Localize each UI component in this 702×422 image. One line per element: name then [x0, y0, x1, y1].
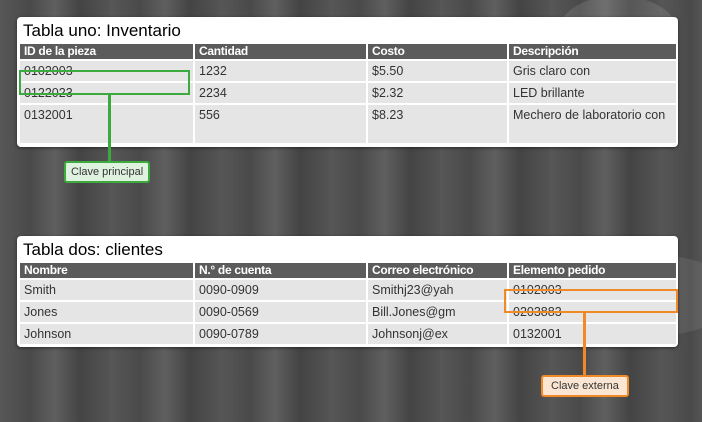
table-header-row: Nombre N.° de cuenta Correo electrónico …: [20, 263, 676, 279]
table-row: Johnson 0090-0789 Johnsonj@ex 0132001: [20, 322, 676, 344]
table-cell: Smith: [20, 278, 195, 301]
foreign-key-highlight: [504, 289, 678, 313]
table-cell: $8.23: [367, 103, 509, 143]
table-cell: 0132001: [20, 103, 195, 143]
table-cell: 0132001: [508, 322, 676, 344]
table-cell: 0090-0909: [194, 278, 368, 301]
table-cell: 0090-0789: [194, 322, 368, 344]
column-header: Cantidad: [194, 44, 368, 60]
table-row: 0132001 556 $8.23 Mechero de laboratorio…: [20, 103, 676, 143]
primary-key-highlight: [19, 70, 190, 95]
table-cell: 2234: [194, 81, 368, 104]
table-cell: 0090-0569: [194, 300, 368, 323]
table-cell: 1232: [194, 59, 368, 82]
table-cell: Johnson: [20, 322, 195, 344]
table-cell: Smithj23@yah: [367, 278, 509, 301]
table-cell: $5.50: [367, 59, 509, 82]
primary-key-connector: [108, 93, 111, 161]
table-cell: $2.32: [367, 81, 509, 104]
customers-title: Tabla dos: clientes: [23, 240, 163, 259]
column-header: N.° de cuenta: [194, 263, 368, 279]
column-header: Costo: [367, 44, 509, 60]
inventory-title: Tabla uno: Inventario: [23, 21, 181, 40]
foreign-key-callout: Clave externa: [541, 375, 629, 397]
table-header-row: ID de la pieza Cantidad Costo Descripció…: [20, 44, 676, 60]
column-header: ID de la pieza: [20, 44, 195, 60]
table-cell: Gris claro con: [508, 59, 676, 82]
table-cell: Jones: [20, 300, 195, 323]
primary-key-callout: Clave principal: [64, 161, 151, 183]
table-cell: Johnsonj@ex: [367, 322, 509, 344]
column-header: Nombre: [20, 263, 195, 279]
table-cell: Bill.Jones@gm: [367, 300, 509, 323]
table-cell: 556: [194, 103, 368, 143]
column-header: Correo electrónico: [367, 263, 509, 279]
column-header: Descripción: [508, 44, 676, 60]
table-cell: LED brillante: [508, 81, 676, 104]
column-header: Elemento pedido: [508, 263, 676, 279]
foreign-key-connector: [583, 311, 586, 377]
table-cell: Mechero de laboratorio con: [508, 103, 676, 143]
